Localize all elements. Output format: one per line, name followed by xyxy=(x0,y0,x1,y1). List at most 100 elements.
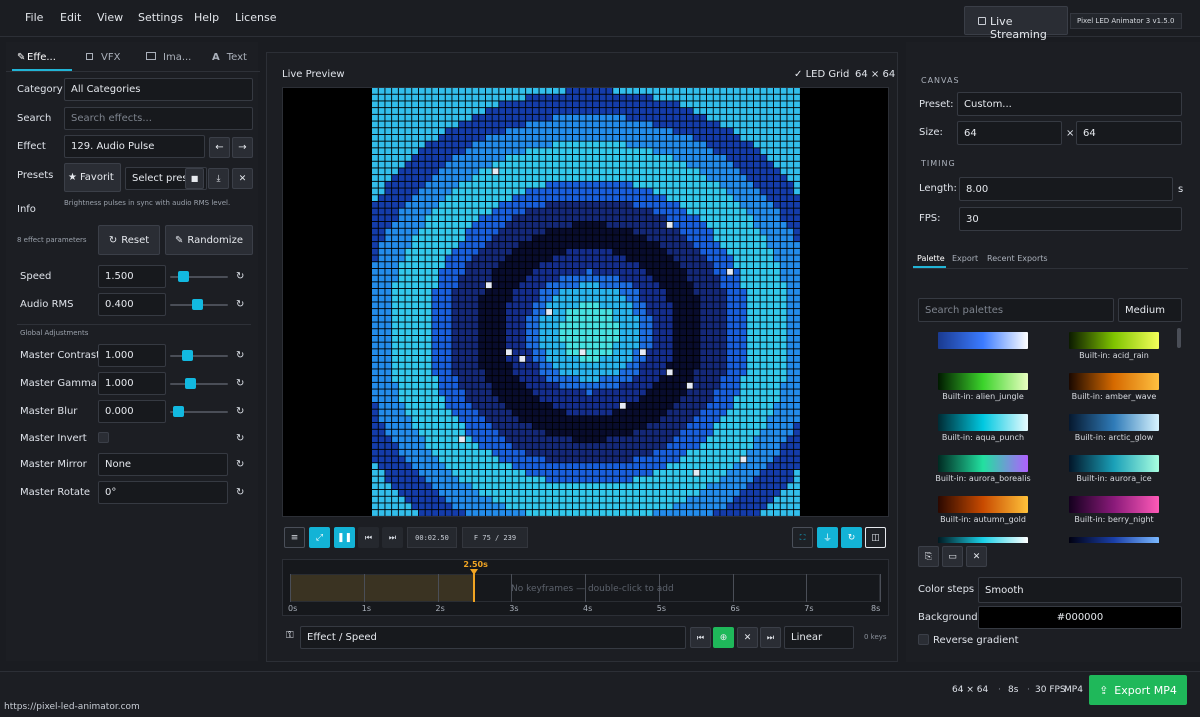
reverse-gradient-checkbox[interactable] xyxy=(918,634,929,645)
tab-effects[interactable]: ✎ Effe... xyxy=(17,52,56,63)
save-preset-button[interactable]: ■ xyxy=(185,168,204,189)
menu-view[interactable]: View xyxy=(97,11,123,24)
next-frame-button[interactable]: ⏭ xyxy=(382,527,403,548)
next-keyframe-button[interactable]: ⏭ xyxy=(760,627,781,648)
reset-button[interactable]: ↻ Reset xyxy=(98,225,160,255)
tab-recent-exports[interactable]: Recent Exports xyxy=(987,254,1048,263)
palette-swatch[interactable] xyxy=(938,537,1028,543)
delete-palette-button[interactable]: ✕ xyxy=(966,546,987,567)
palette-swatch[interactable] xyxy=(1069,537,1159,543)
palette-swatch[interactable] xyxy=(938,414,1028,431)
palette-size-select[interactable]: Medium xyxy=(1118,298,1182,322)
global-slider-knob-contrast[interactable] xyxy=(182,350,194,361)
global-slider-knob-gamma[interactable] xyxy=(184,378,196,389)
global-slider-knob-blur[interactable] xyxy=(173,406,184,417)
mirror-select[interactable]: None xyxy=(98,453,228,476)
invert-reset-icon[interactable]: ↻ xyxy=(236,433,248,445)
category-select[interactable]: All Categories xyxy=(64,78,253,101)
loop-button[interactable]: ↻ xyxy=(841,527,862,548)
led-pixel xyxy=(646,295,653,302)
website-url[interactable]: https://pixel-led-animator.com xyxy=(4,702,140,712)
randomize-button[interactable]: ✎ Randomize xyxy=(165,225,253,255)
pause-button[interactable]: ❚❚ xyxy=(334,527,355,548)
download-preset-button[interactable]: ⤓ xyxy=(208,168,229,189)
menu-settings[interactable]: Settings xyxy=(138,11,183,24)
palette-swatch[interactable] xyxy=(938,332,1028,349)
palette-swatch[interactable] xyxy=(1069,373,1159,390)
param-input-speed[interactable]: 1.500 xyxy=(98,265,166,288)
tab-text[interactable]: A Text xyxy=(212,52,247,63)
led-pixel xyxy=(767,121,774,128)
menu-license[interactable]: License xyxy=(235,11,276,24)
height-input[interactable]: 64 xyxy=(1076,121,1182,145)
color-steps-select[interactable]: Smooth xyxy=(978,577,1182,603)
tab-vfx[interactable]: VFX xyxy=(86,52,120,63)
global-input-contrast[interactable]: 1.000 xyxy=(98,344,166,367)
open-palette-button[interactable]: ▭ xyxy=(942,546,963,567)
fullscreen-button[interactable]: ⛶ xyxy=(792,527,813,548)
palette-swatch[interactable] xyxy=(938,455,1028,472)
plug-button[interactable]: ⏚ xyxy=(817,527,838,548)
background-color-input[interactable]: #000000 xyxy=(978,606,1182,629)
menu-file[interactable]: File xyxy=(25,11,43,24)
palette-swatch[interactable] xyxy=(1069,496,1159,513)
led-pixel xyxy=(693,195,700,201)
palette-swatch[interactable] xyxy=(1069,414,1159,431)
search-effects-input[interactable]: Search effects... xyxy=(64,107,253,130)
palette-swatch[interactable] xyxy=(1069,332,1159,349)
delete-preset-button[interactable]: ✕ xyxy=(232,168,253,189)
prev-effect-button[interactable]: ← xyxy=(209,137,230,158)
param-slider-knob-audio-rms[interactable] xyxy=(191,299,203,310)
search-palettes-input[interactable]: Search palettes xyxy=(918,298,1114,322)
palette-swatch[interactable] xyxy=(1069,455,1159,472)
palette-swatch[interactable] xyxy=(938,496,1028,513)
rotate-reset-icon[interactable]: ↻ xyxy=(236,487,248,499)
live-streaming-button[interactable]: Live Streaming xyxy=(964,6,1068,41)
tab-palette[interactable]: Palette xyxy=(917,254,945,263)
global-reset-icon-gamma[interactable]: ↻ xyxy=(236,378,248,390)
import-palette-button[interactable]: ⎘ xyxy=(918,546,939,567)
param-input-audio-rms[interactable]: 0.400 xyxy=(98,293,166,316)
led-grid-toggle[interactable]: ✓ LED Grid xyxy=(794,69,849,80)
global-input-gamma[interactable]: 1.000 xyxy=(98,372,166,395)
prev-frame-button[interactable]: ⏮ xyxy=(358,527,379,548)
tab-export[interactable]: Export xyxy=(952,254,978,263)
param-slider-knob-speed[interactable] xyxy=(177,271,189,282)
global-slider-gamma[interactable] xyxy=(170,383,228,385)
delete-keyframe-button[interactable]: ✕ xyxy=(737,627,758,648)
timeline[interactable]: 0s 1s 2s 3s 4s 5s 6s 7s 8s No keyframes — double… xyxy=(282,559,889,616)
next-effect-button[interactable]: → xyxy=(232,137,253,158)
playhead-handle-icon[interactable] xyxy=(470,569,479,575)
menu-toggle-button[interactable]: ≡ xyxy=(284,527,305,548)
rotate-select[interactable]: 0° xyxy=(98,481,228,504)
effect-select[interactable]: 129. Audio Pulse xyxy=(64,135,205,158)
prev-keyframe-button[interactable]: ⏮ xyxy=(690,627,711,648)
led-pixel xyxy=(573,382,579,389)
export-mp4-button[interactable]: ⇪ Export MP4 xyxy=(1089,675,1187,705)
menu-help[interactable]: Help xyxy=(194,11,219,24)
length-input[interactable]: 8.00 xyxy=(959,177,1173,201)
track-select[interactable]: Effect / Speed xyxy=(300,626,686,649)
param-reset-icon-speed[interactable]: ↻ xyxy=(236,271,248,283)
fps-input[interactable]: 30 xyxy=(959,207,1182,231)
fit-button[interactable]: ⤢ xyxy=(309,527,330,548)
global-slider-contrast[interactable] xyxy=(170,355,228,357)
led-preview-canvas[interactable] xyxy=(282,87,889,517)
favorite-button[interactable]: ★ Favorit xyxy=(64,163,121,192)
tab-image[interactable]: Ima... xyxy=(146,52,191,63)
add-keyframe-button[interactable]: ⊕ xyxy=(713,627,734,648)
led-pixel xyxy=(552,248,559,255)
invert-checkbox[interactable] xyxy=(98,432,109,443)
global-reset-icon-contrast[interactable]: ↻ xyxy=(236,350,248,362)
global-input-blur[interactable]: 0.000 xyxy=(98,400,166,423)
layout-button[interactable]: ◫ xyxy=(865,527,886,548)
mirror-reset-icon[interactable]: ↻ xyxy=(236,459,248,471)
width-input[interactable]: 64 xyxy=(957,121,1062,145)
param-reset-icon-audio-rms[interactable]: ↻ xyxy=(236,299,248,311)
interpolation-select[interactable]: Linear xyxy=(784,626,854,649)
global-reset-icon-blur[interactable]: ↻ xyxy=(236,406,248,418)
palette-scrollbar[interactable] xyxy=(1177,328,1181,348)
menu-edit[interactable]: Edit xyxy=(60,11,81,24)
canvas-preset-select[interactable]: Custom... xyxy=(957,92,1182,116)
palette-swatch[interactable] xyxy=(938,373,1028,390)
